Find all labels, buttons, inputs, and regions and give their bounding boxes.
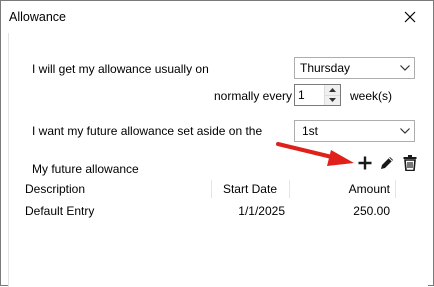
column-divider[interactable] <box>211 180 212 198</box>
pencil-icon <box>381 157 393 169</box>
edit-button[interactable] <box>378 154 396 172</box>
chevron-down-icon <box>329 98 336 103</box>
cell-start-date: 1/1/2025 <box>238 204 285 218</box>
decrement-button[interactable] <box>325 95 340 105</box>
delete-button[interactable] <box>401 154 419 172</box>
window-title: Allowance <box>9 10 66 24</box>
cell-description: Default Entry <box>25 204 95 218</box>
column-header-start-date[interactable]: Start Date <box>223 182 277 196</box>
close-button[interactable] <box>387 1 433 33</box>
table-header: Description Start Date Amount <box>23 178 397 200</box>
table-row[interactable]: Default Entry 1/1/2025 250.00 <box>23 200 397 222</box>
chevron-up-icon <box>329 87 336 92</box>
usual-day-value: Thursday <box>300 61 351 75</box>
future-allowance-label: My future allowance <box>32 162 139 176</box>
plus-icon <box>358 156 372 170</box>
column-divider[interactable] <box>289 180 290 198</box>
set-aside-value: 1st <box>302 124 319 138</box>
trash-icon <box>403 155 417 171</box>
set-aside-label: I want my future allowance set aside on … <box>32 124 263 138</box>
column-header-description[interactable]: Description <box>25 182 85 196</box>
set-aside-select[interactable]: 1st <box>294 120 415 142</box>
frequency-stepper[interactable]: 1 <box>294 84 341 106</box>
column-divider[interactable] <box>395 180 396 198</box>
frequency-label: normally every <box>214 89 293 103</box>
frequency-value: 1 <box>298 88 305 102</box>
usual-day-select[interactable]: Thursday <box>294 57 415 79</box>
frequency-unit: week(s) <box>350 89 393 103</box>
red-arrow-icon <box>276 142 354 166</box>
cell-amount: 250.00 <box>353 204 390 218</box>
add-button[interactable] <box>356 154 374 172</box>
chevron-down-icon <box>396 58 414 78</box>
close-icon <box>404 11 416 23</box>
usual-day-label: I will get my allowance usually on <box>32 62 209 76</box>
increment-button[interactable] <box>325 85 340 96</box>
dialog-content: I will get my allowance usually on Thurs… <box>8 33 428 287</box>
title-bar: Allowance <box>1 1 433 33</box>
column-header-amount[interactable]: Amount <box>349 182 390 196</box>
future-allowance-table: Description Start Date Amount Default En… <box>23 178 397 222</box>
chevron-down-icon <box>396 121 414 141</box>
allowance-dialog: Allowance I will get my allowance usuall… <box>0 0 434 287</box>
